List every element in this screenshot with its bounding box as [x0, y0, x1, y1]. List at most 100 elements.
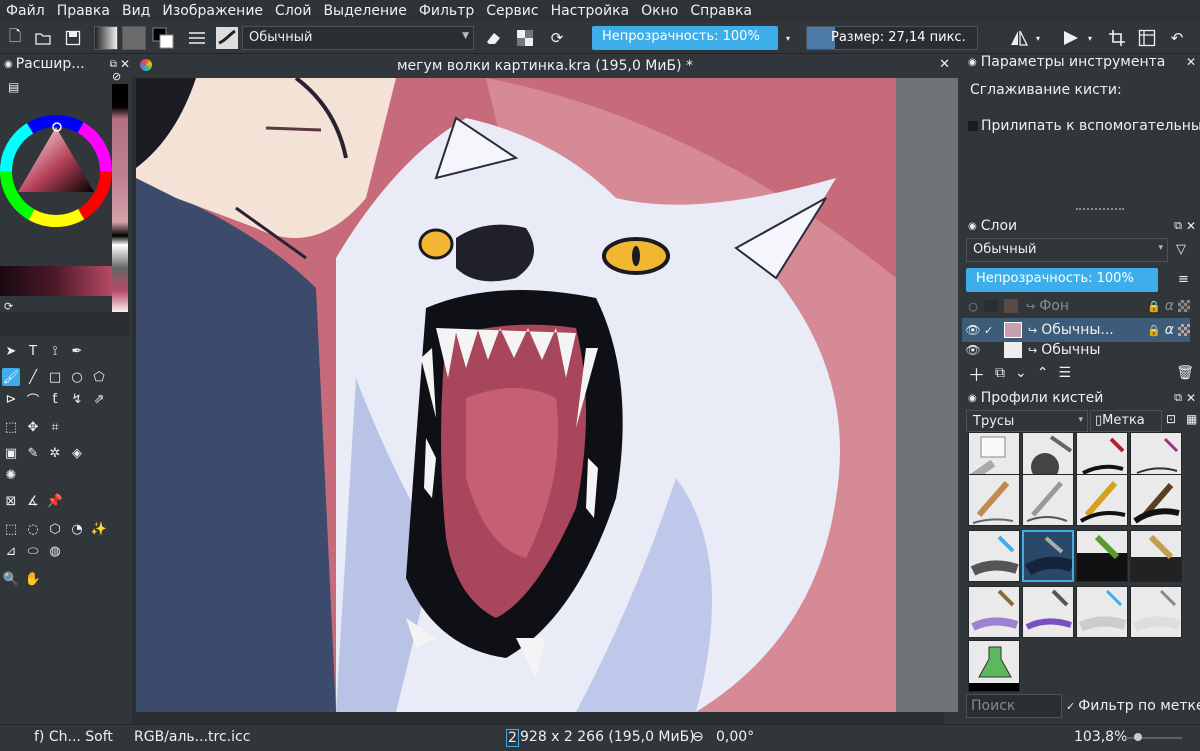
crop-icon[interactable]: [1106, 27, 1128, 49]
magnetic-select-icon[interactable]: ◍: [46, 542, 64, 560]
menu-tools[interactable]: Сервис: [480, 3, 544, 19]
bezier-select-icon[interactable]: ⬭: [24, 542, 42, 560]
add-layer-icon[interactable]: ＋: [968, 361, 985, 386]
float-icon[interactable]: ⧉: [110, 59, 117, 70]
dock-grip[interactable]: [1076, 208, 1124, 210]
preserve-alpha-icon[interactable]: [514, 27, 536, 49]
color-wheel[interactable]: [0, 114, 114, 232]
menu-filter[interactable]: Фильтр: [413, 3, 480, 19]
color-history-bar[interactable]: [0, 266, 112, 296]
lock-icon[interactable]: 🔒: [1147, 300, 1161, 313]
layer-row-selected[interactable]: 👁 ✓ ↪ Обычны... 🔒 α: [962, 318, 1190, 342]
select-shapes-icon[interactable]: ➤: [2, 342, 20, 360]
blend-mode-select[interactable]: Обычный ▼: [242, 26, 474, 50]
brush-tag-select[interactable]: Трусы ▾: [966, 410, 1088, 432]
float-icon[interactable]: ⧉: [1174, 219, 1182, 233]
color-picker-icon[interactable]: ✎: [24, 444, 42, 462]
no-color-icon[interactable]: ⊘: [112, 70, 121, 83]
layer-opacity-slider[interactable]: Непрозрачность: 100%: [966, 268, 1158, 292]
layer-blend-select[interactable]: Обычный ▾: [966, 238, 1168, 262]
brush-preset-marker[interactable]: [1076, 474, 1128, 526]
brush-preset-pencil-2[interactable]: [1022, 474, 1074, 526]
brush-settings-icon[interactable]: [186, 27, 208, 49]
layer-checkbox-checked[interactable]: ✓: [984, 324, 998, 337]
snap-checkbox[interactable]: [968, 121, 978, 131]
tag-button[interactable]: ▯Метка: [1090, 410, 1162, 432]
hamburger-menu-icon[interactable]: ≡: [1178, 272, 1189, 287]
brush-preset-ink-brush[interactable]: [1130, 474, 1182, 526]
brush-search-input[interactable]: Поиск: [966, 694, 1062, 718]
move-tool-icon[interactable]: ✥: [24, 418, 42, 436]
line-tool-icon[interactable]: ╱: [24, 368, 42, 386]
ellipse-select-icon[interactable]: ◌: [24, 520, 42, 538]
menu-help[interactable]: Справка: [684, 3, 758, 19]
brush-preset-texture[interactable]: [1076, 530, 1128, 582]
eye-icon[interactable]: 👁: [962, 323, 984, 337]
selector-settings-icon[interactable]: ▤: [8, 80, 19, 94]
duplicate-layer-icon[interactable]: ⧉: [995, 365, 1005, 381]
mirror-horizontal-icon[interactable]: [1008, 27, 1030, 49]
display-settings-icon[interactable]: ⊡: [1166, 412, 1176, 426]
gradient-preset-icon[interactable]: [94, 26, 118, 50]
mirror-vertical-icon[interactable]: [1060, 27, 1082, 49]
fill-tool-icon[interactable]: ◈: [68, 444, 86, 462]
menu-settings[interactable]: Настройка: [545, 3, 636, 19]
multibrush-icon[interactable]: ⇗: [90, 390, 108, 408]
pattern-preset-icon[interactable]: [122, 26, 146, 50]
sampler-icon[interactable]: ✺: [2, 466, 20, 484]
size-slider[interactable]: Размер: 27,14 пикс.: [806, 26, 978, 50]
new-document-icon[interactable]: 🗋: [4, 27, 26, 49]
menu-layer[interactable]: Слой: [269, 3, 317, 19]
close-icon[interactable]: ✕: [120, 57, 130, 71]
text-tool-icon[interactable]: T: [24, 342, 42, 360]
polygon-select-icon[interactable]: ⬡: [46, 520, 64, 538]
opacity-slider[interactable]: Непрозрачность: 100%: [592, 26, 778, 50]
brush-preset-selected[interactable]: [1022, 530, 1074, 582]
measure-tool-icon[interactable]: ∡: [24, 492, 42, 510]
gradient-tool-icon[interactable]: ▣: [2, 444, 20, 462]
brush-tool-icon[interactable]: 🖌: [2, 368, 20, 386]
reference-tool-icon[interactable]: 📌: [46, 492, 64, 510]
status-colorspace[interactable]: RGB/аль...trc.icc: [134, 729, 250, 745]
save-icon[interactable]: [62, 27, 84, 49]
menu-edit[interactable]: Правка: [51, 3, 116, 19]
chevron-down-icon[interactable]: ▾: [1032, 27, 1044, 49]
brush-preset-experiment[interactable]: [968, 640, 1020, 692]
zoom-tool-icon[interactable]: 🔍: [2, 570, 20, 588]
menu-view[interactable]: Вид: [116, 3, 156, 19]
alpha-icon[interactable]: α: [1165, 322, 1174, 338]
workspace-icon[interactable]: [1136, 27, 1158, 49]
calligraphy-icon[interactable]: ✒: [68, 342, 86, 360]
assistant-tool-icon[interactable]: ⊠: [2, 492, 20, 510]
ellipse-tool-icon[interactable]: ○: [68, 368, 86, 386]
menu-file[interactable]: Файл: [0, 3, 51, 19]
alpha-icon[interactable]: α: [1165, 298, 1174, 314]
magic-wand-icon[interactable]: ✨: [90, 520, 108, 538]
float-icon[interactable]: ⧉: [1174, 391, 1182, 405]
eraser-mode-icon[interactable]: [482, 27, 504, 49]
similar-select-icon[interactable]: ⊿: [2, 542, 20, 560]
brush-preset-soft-blend[interactable]: [1076, 586, 1128, 638]
eye-icon[interactable]: ○: [962, 300, 984, 313]
brush-preset-wet-paint[interactable]: [1022, 586, 1074, 638]
polyline-tool-icon[interactable]: ⊳: [2, 390, 20, 408]
opacity-menu-icon[interactable]: ▾: [782, 27, 794, 49]
snap-assistant-row[interactable]: Прилипать к вспомогательным: [968, 118, 1200, 134]
transform-tool-icon[interactable]: ⬚: [2, 418, 20, 436]
color-swatch-column[interactable]: [112, 84, 128, 314]
menu-window[interactable]: Окно: [635, 3, 684, 19]
undo-icon[interactable]: ↶: [1166, 27, 1188, 49]
pan-tool-icon[interactable]: ✋: [24, 570, 42, 588]
reload-preset-icon[interactable]: ⟳: [546, 27, 568, 49]
layer-properties-icon[interactable]: ☰: [1058, 365, 1071, 381]
crop-tool-icon[interactable]: ⌗: [46, 418, 64, 436]
move-layer-up-icon[interactable]: ⌃: [1037, 365, 1049, 381]
smart-patch-icon[interactable]: ✲: [46, 444, 64, 462]
zoom-slider[interactable]: [1126, 733, 1182, 741]
alpha-inherit-icon[interactable]: [1178, 324, 1190, 336]
menu-image[interactable]: Изображение: [156, 3, 269, 19]
close-icon[interactable]: ✕: [939, 57, 950, 72]
rectangle-tool-icon[interactable]: □: [46, 368, 64, 386]
brush-preset-pencil[interactable]: [968, 474, 1020, 526]
lock-icon[interactable]: 🔒: [1147, 324, 1161, 337]
